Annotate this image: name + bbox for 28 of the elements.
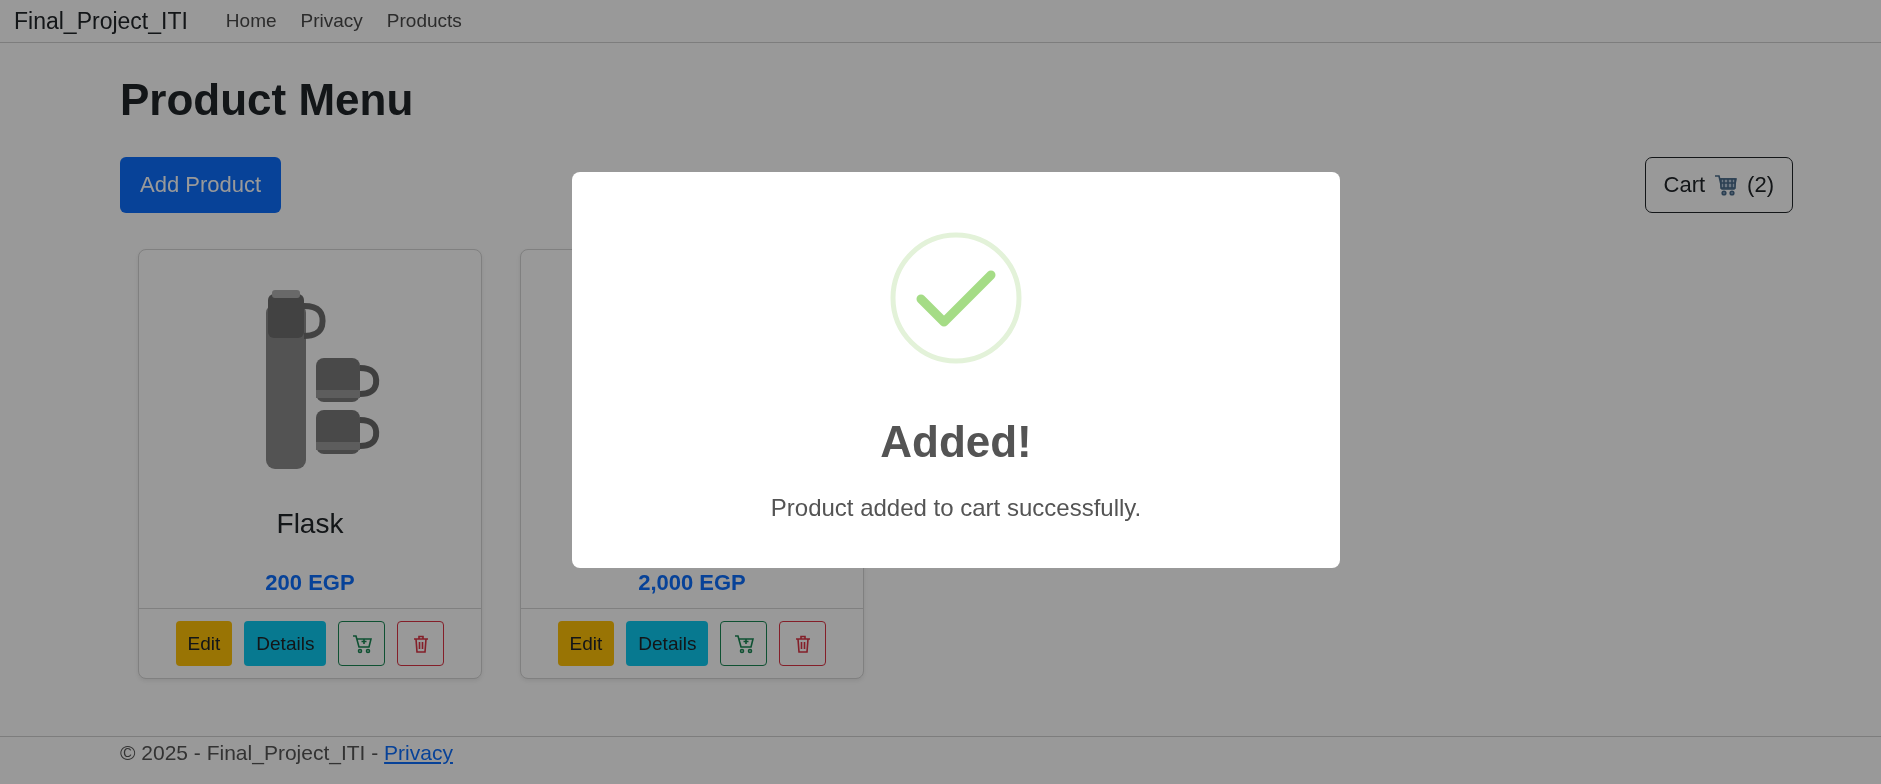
details-button[interactable]: Details	[626, 621, 709, 666]
cart-plus-icon	[351, 633, 372, 654]
delete-button[interactable]	[779, 621, 827, 666]
cart-plus-icon	[733, 633, 754, 654]
nav-link[interactable]: Privacy	[300, 10, 363, 32]
brand-link[interactable]: Final_Project_ITI	[14, 7, 188, 35]
page-title: Product Menu	[120, 74, 415, 126]
edit-button[interactable]: Edit	[557, 621, 615, 666]
cart-icon	[1713, 173, 1740, 197]
success-check-icon	[890, 232, 1022, 364]
nav-link[interactable]: Products	[386, 10, 462, 32]
dialog-title: Added!	[880, 416, 1032, 468]
trash-icon	[793, 633, 812, 654]
details-button[interactable]: Details	[244, 621, 327, 666]
nav-link[interactable]: Home	[225, 10, 277, 32]
add-to-cart-button[interactable]	[338, 621, 386, 666]
footer-text: © 2025 - Final_Project_ITI - Privacy	[120, 741, 454, 765]
add-to-cart-button[interactable]	[720, 621, 768, 666]
privacy-link[interactable]: Privacy	[384, 741, 453, 764]
trash-icon	[411, 633, 430, 654]
add-product-button[interactable]: Add Product	[120, 157, 282, 213]
product-price: 2,000 EGP	[638, 570, 746, 596]
delete-button[interactable]	[397, 621, 445, 666]
edit-button[interactable]: Edit	[175, 621, 233, 666]
product-name: Flask	[276, 508, 344, 541]
product-price: 200 EGP	[265, 570, 355, 596]
dialog-message: Product added to cart successfully.	[770, 494, 1142, 522]
cart-button[interactable]: Cart (2)	[1644, 157, 1793, 213]
